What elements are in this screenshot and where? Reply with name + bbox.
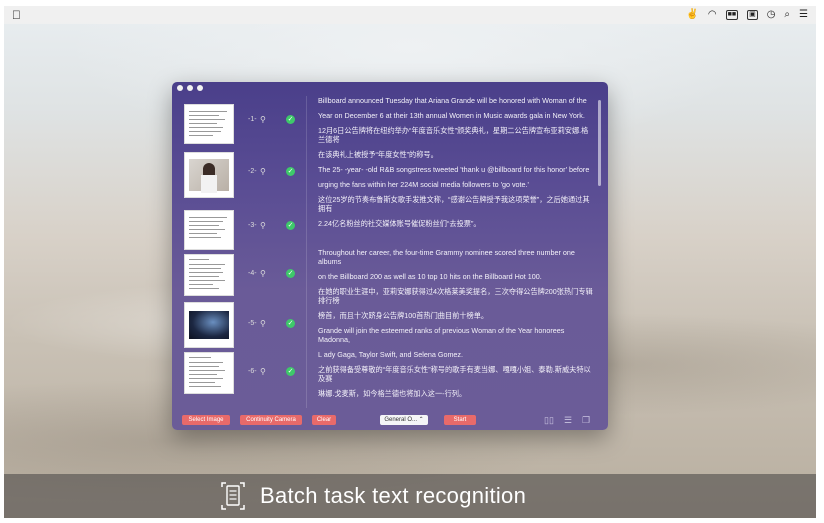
text-line: The 25- -year- -old R&B songstress tweet… bbox=[318, 165, 590, 174]
list-icon[interactable]: ☰ bbox=[799, 6, 808, 24]
desktop-background:  ✌ ◠ ■■ ▣ ◷ ⌕ ☰ bbox=[4, 6, 816, 518]
title-bar bbox=[172, 82, 608, 94]
page-number: -6- bbox=[248, 368, 257, 375]
page-thumbnail[interactable] bbox=[184, 352, 234, 394]
apple-menu-icon[interactable]:  bbox=[12, 8, 21, 22]
menu-bar:  ✌ ◠ ■■ ▣ ◷ ⌕ ☰ bbox=[4, 6, 816, 24]
thumbnail-list: -1- ⚲ ✓ -2- ⚲ ✓ -3- ⚲ ✓ -4- ⚲ ✓ -5- ⚲ ✓ … bbox=[176, 96, 304, 408]
page-thumbnail[interactable] bbox=[184, 210, 234, 250]
document-scan-icon bbox=[221, 482, 245, 510]
page-number: -3- bbox=[248, 222, 257, 229]
menu-bar-status-items: ✌ ◠ ■■ ▣ ◷ ⌕ ☰ bbox=[686, 6, 808, 24]
text-line: Billboard announced Tuesday that Ariana … bbox=[318, 96, 587, 105]
wifi-icon[interactable]: ◠ bbox=[708, 6, 717, 24]
done-check-icon: ✓ bbox=[286, 269, 295, 278]
done-check-icon: ✓ bbox=[286, 319, 295, 328]
magnify-icon[interactable]: ⚲ bbox=[260, 319, 266, 328]
text-line: 之前获得备受尊敬的“年度音乐女性”称号的歌手有麦当娜、嘎嘎小姐、泰勒.斯威夫特以… bbox=[318, 365, 591, 383]
close-button[interactable] bbox=[177, 85, 183, 91]
select-image-button[interactable]: Select Image bbox=[182, 415, 230, 425]
text-line: Grande will join the esteemed ranks of p… bbox=[318, 326, 565, 344]
scrollbar[interactable] bbox=[598, 100, 601, 186]
text-line: Year on December 6 at their 13th annual … bbox=[318, 111, 585, 120]
pane-divider[interactable] bbox=[306, 96, 307, 408]
magnify-icon[interactable]: ⚲ bbox=[260, 167, 266, 176]
caption-banner: Batch task text recognition bbox=[4, 474, 816, 518]
done-check-icon: ✓ bbox=[286, 221, 295, 230]
continuity-camera-button[interactable]: Continuity Camera bbox=[240, 415, 302, 425]
banner-title: Batch task text recognition bbox=[260, 483, 527, 508]
text-line: 琳娜.戈麦斯，如今格兰德也将加入这一-行列。 bbox=[318, 389, 467, 398]
page-thumbnail[interactable] bbox=[184, 152, 234, 198]
text-line: 这位25岁的节奏布鲁斯女歌手发推文称，“感谢公告牌授予我这项荣誉”，之后她通过其… bbox=[318, 195, 590, 213]
page-thumbnail[interactable] bbox=[184, 254, 234, 296]
layers-icon[interactable]: ❐ bbox=[582, 415, 590, 425]
text-line: urging the fans within her 224M social m… bbox=[318, 180, 529, 189]
thumbnail-item[interactable]: -2- ⚲ ✓ bbox=[176, 152, 304, 200]
done-check-icon: ✓ bbox=[286, 167, 295, 176]
text-line: 在该典礼上被授予“年度女性”的称号。 bbox=[318, 150, 438, 159]
magnify-icon[interactable]: ⚲ bbox=[260, 115, 266, 124]
magnify-icon[interactable]: ⚲ bbox=[260, 269, 266, 278]
app-window: -1- ⚲ ✓ -2- ⚲ ✓ -3- ⚲ ✓ -4- ⚲ ✓ -5- ⚲ ✓ … bbox=[172, 82, 608, 430]
page-thumbnail[interactable] bbox=[184, 302, 234, 348]
text-line: L ady Gaga, Taylor Swift, and Selena Gom… bbox=[318, 350, 464, 359]
screen-icon[interactable]: ▣ bbox=[747, 10, 758, 20]
start-button[interactable]: Start bbox=[444, 415, 476, 425]
bottom-toolbar: Select Image Continuity Camera Clear Gen… bbox=[172, 412, 608, 428]
clear-button[interactable]: Clear bbox=[312, 415, 336, 425]
list-view-icon[interactable]: ☰ bbox=[564, 415, 572, 425]
text-line: Throughout her career, the four-time Gra… bbox=[318, 248, 575, 266]
thumbnail-item[interactable]: -6- ⚲ ✓ bbox=[176, 352, 304, 396]
done-check-icon: ✓ bbox=[286, 115, 295, 124]
thumbnail-item[interactable]: -4- ⚲ ✓ bbox=[176, 254, 304, 298]
zoom-button[interactable] bbox=[197, 85, 203, 91]
text-line: 在她的职业生涯中，亚莉安娜获得过4次格莱美奖提名，三次夺得公告牌200张热门专辑… bbox=[318, 287, 593, 305]
recognized-text-area[interactable]: Billboard announced Tuesday that Ariana … bbox=[318, 96, 594, 408]
thumbnail-item[interactable]: -3- ⚲ ✓ bbox=[176, 210, 304, 254]
minimize-button[interactable] bbox=[187, 85, 193, 91]
magnify-icon[interactable]: ⚲ bbox=[260, 367, 266, 376]
text-line: 榜首，而且十次跻身公告牌100首热门曲目前十榜单。 bbox=[318, 311, 489, 320]
page-number: -4- bbox=[248, 270, 257, 277]
book-icon[interactable]: ▯▯ bbox=[544, 415, 554, 425]
app-icon[interactable]: ✌ bbox=[686, 6, 698, 24]
magnify-icon[interactable]: ⚲ bbox=[260, 221, 266, 230]
thumbnail-item[interactable]: -5- ⚲ ✓ bbox=[176, 302, 304, 350]
page-number: -1- bbox=[248, 116, 257, 123]
text-line: on the Billboard 200 as well as 10 top 1… bbox=[318, 272, 542, 281]
language-select[interactable]: General O... ⌃ bbox=[380, 415, 428, 425]
text-line: 12月6日公告牌将在纽约举办“年度音乐女性”颁奖典礼，星期二公告牌宣布亚莉安娜.… bbox=[318, 126, 589, 144]
done-check-icon: ✓ bbox=[286, 367, 295, 376]
battery-icon[interactable]: ■■ bbox=[725, 10, 739, 20]
clock-icon[interactable]: ◷ bbox=[767, 6, 776, 24]
text-line: 2.24亿名粉丝的社交媒体账号催促粉丝们“去投票”。 bbox=[318, 219, 481, 228]
page-number: -5- bbox=[248, 320, 257, 327]
thumbnail-item[interactable]: -1- ⚲ ✓ bbox=[176, 104, 304, 148]
search-icon[interactable]: ⌕ bbox=[784, 6, 790, 24]
page-thumbnail[interactable] bbox=[184, 104, 234, 144]
page-number: -2- bbox=[248, 168, 257, 175]
